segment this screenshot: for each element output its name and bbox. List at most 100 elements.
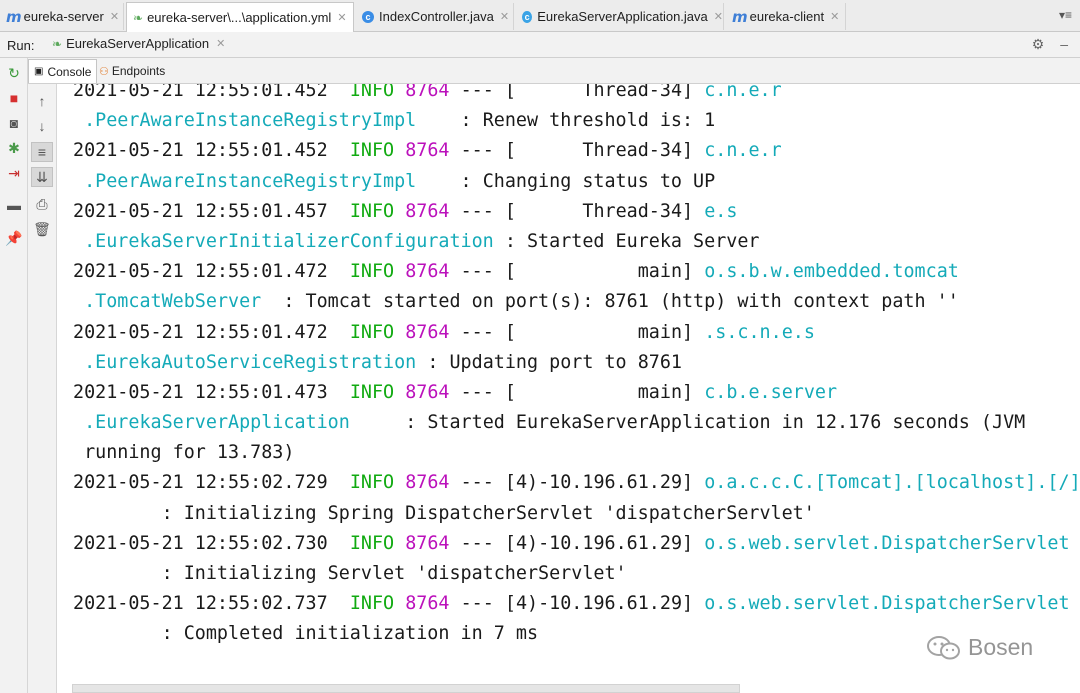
log-logger: .EurekaServerApplication [84, 412, 350, 434]
editor-tab-eureka-server[interactable]: m eureka-server ✕ [0, 3, 124, 30]
close-icon[interactable]: ✕ [714, 10, 723, 23]
log-logger: o.s.b.w.embedded.tomcat [704, 261, 959, 283]
rerun-icon[interactable]: ↻ [3, 63, 25, 83]
class-icon: c [362, 10, 374, 23]
log-pid: 8764 [405, 200, 450, 222]
scroll-to-end-icon[interactable]: ⇊ [31, 167, 53, 187]
stop-icon[interactable]: ■ [3, 88, 25, 108]
log-level: INFO [349, 532, 395, 554]
pin-icon[interactable]: 📌 [3, 228, 25, 248]
log-timestamp: 2021-05-21 12:55:01.452 [73, 84, 328, 101]
camera-dump-icon[interactable]: ◙ [3, 113, 25, 133]
editor-tab-eureka-client[interactable]: m eureka-client ✕ [726, 3, 846, 30]
log-padding [494, 231, 505, 252]
log-timestamp: 2021-05-21 12:55:02.730 [73, 532, 328, 554]
log-separator: --- [460, 200, 494, 222]
soft-wrap-icon[interactable]: ≡ [31, 142, 53, 162]
log-line: running for 13.783) [73, 438, 1080, 468]
console-actions-toolbar: ↑ ↓ ≡ ⇊ ⎙ 🗑 [28, 84, 57, 693]
log-message: : Tomcat started on port(s): 8761 (http)… [283, 291, 959, 313]
log-separator: --- [460, 381, 494, 403]
tab-endpoints[interactable]: ⚇ Endpoints [94, 59, 170, 83]
log-lines: 2021-05-21 12:55:01.452 INFO 8764 --- [ … [73, 84, 1080, 650]
log-thread: [ Thread-34] [504, 140, 694, 162]
close-icon[interactable]: ✕ [337, 11, 346, 24]
log-line: .PeerAwareInstanceRegistryImpl : Changin… [73, 167, 1080, 197]
log-level: INFO [349, 200, 395, 222]
log-pid: 8764 [405, 381, 450, 403]
log-level: INFO [349, 321, 395, 343]
log-logger: o.s.web.servlet.DispatcherServlet [704, 593, 1070, 615]
log-thread: [ Thread-34] [504, 200, 694, 222]
log-line: 2021-05-21 12:55:01.472 INFO 8764 --- [ … [73, 318, 1080, 348]
watermark-text: Bosen [968, 634, 1034, 660]
log-logger: .s.c.n.e.s [704, 321, 815, 343]
log-logger: o.s.web.servlet.DispatcherServlet [704, 532, 1070, 554]
log-pid: 8764 [405, 593, 450, 615]
editor-tab-index-controller[interactable]: c IndexController.java ✕ [356, 3, 514, 30]
run-config-name: EurekaServerApplication [66, 36, 210, 51]
editor-tab-label: eureka-server\...\application.yml [147, 10, 332, 25]
editor-tab-application-yml[interactable]: ❧ eureka-server\...\application.yml ✕ [126, 2, 354, 32]
scroll-down-icon[interactable]: ↓ [31, 116, 53, 136]
editor-tab-eureka-server-application[interactable]: c EurekaServerApplication.java ✕ [516, 3, 724, 30]
log-line: 2021-05-21 12:55:01.457 INFO 8764 --- [ … [73, 197, 1080, 227]
debug-bug-icon[interactable]: ✱ [3, 138, 25, 158]
close-icon[interactable]: ✕ [110, 10, 119, 23]
log-pid: 8764 [405, 84, 450, 101]
log-pid: 8764 [405, 532, 450, 554]
tab-endpoints-label: Endpoints [111, 64, 166, 78]
layout-icon[interactable]: ▬ [3, 195, 25, 215]
log-level: INFO [349, 261, 395, 283]
log-timestamp: 2021-05-21 12:55:01.472 [73, 261, 328, 283]
log-logger: .EurekaServerInitializerConfiguration [84, 230, 494, 252]
exit-icon[interactable]: ⇥ [3, 163, 25, 183]
print-icon[interactable]: ⎙ [31, 194, 53, 214]
log-line: 2021-05-21 12:55:02.737 INFO 8764 --- [4… [73, 589, 1080, 619]
console-subtabs: ▣ Console ⚇ Endpoints [28, 58, 1080, 84]
yml-leaf-icon: ❧ [133, 10, 144, 25]
clear-trash-icon[interactable]: 🗑 [31, 219, 53, 239]
log-level: INFO [349, 381, 395, 403]
log-line: .EurekaServerInitializerConfiguration : … [73, 227, 1080, 257]
log-logger: .PeerAwareInstanceRegistryImpl [84, 110, 417, 132]
scroll-up-icon[interactable]: ↑ [31, 91, 53, 111]
close-icon[interactable]: ✕ [216, 37, 225, 50]
module-icon: m [6, 7, 22, 26]
log-separator: --- [460, 532, 494, 554]
log-pid: 8764 [405, 140, 450, 162]
editor-tab-label: EurekaServerApplication.java [537, 9, 708, 24]
hide-panel-icon[interactable]: – [1060, 36, 1068, 52]
horizontal-scrollbar[interactable] [72, 684, 740, 693]
tab-console[interactable]: ▣ Console [28, 59, 98, 83]
log-pid: 8764 [405, 321, 450, 343]
tab-overflow-button[interactable]: ▾≡ [1059, 8, 1072, 22]
log-padding [350, 412, 405, 433]
log-level: INFO [349, 84, 395, 101]
log-message: : Updating port to 8761 [427, 351, 682, 373]
log-logger: c.n.e.r [704, 140, 782, 162]
log-logger: e.s [704, 200, 738, 222]
console-icon: ▣ [34, 66, 44, 77]
log-timestamp: 2021-05-21 12:55:01.473 [73, 381, 328, 403]
log-line: 2021-05-21 12:55:02.729 INFO 8764 --- [4… [73, 468, 1080, 498]
log-timestamp: 2021-05-21 12:55:02.729 [73, 472, 328, 494]
run-config-tab[interactable]: ❧ EurekaServerApplication ✕ [52, 36, 225, 51]
log-line: 2021-05-21 12:55:02.730 INFO 8764 --- [4… [73, 529, 1080, 559]
log-separator: --- [460, 261, 494, 283]
log-message: : Started EurekaServerApplication in 12.… [405, 412, 1026, 434]
log-logger: .PeerAwareInstanceRegistryImpl [84, 170, 417, 192]
log-thread: [ Thread-34] [504, 84, 694, 101]
log-thread: [ main] [504, 321, 694, 343]
log-padding [416, 352, 427, 373]
endpoints-icon: ⚇ [99, 65, 109, 78]
editor-tab-label: eureka-server [23, 9, 104, 24]
tab-console-label: Console [47, 64, 92, 79]
log-logger: c.n.e.r [704, 84, 782, 101]
console-output[interactable]: 2021-05-21 12:55:01.452 INFO 8764 --- [ … [57, 84, 1080, 684]
run-toolbar: Run: ❧ EurekaServerApplication ✕ ⚙ – [0, 32, 1080, 58]
close-icon[interactable]: ✕ [830, 10, 839, 23]
close-icon[interactable]: ✕ [500, 10, 509, 23]
settings-gear-icon[interactable]: ⚙ [1032, 36, 1045, 52]
log-thread: [4)-10.196.61.29] [504, 532, 694, 554]
